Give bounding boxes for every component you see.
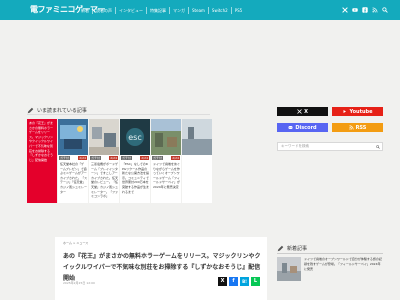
card-title: あの『花王』がまさかの無料ホラーゲームをリリース。マジックリンやクイックルワイパ… (29, 121, 54, 162)
breadcrumb[interactable]: ホーム > ニュース (63, 241, 88, 245)
svg-text:esc: esc (128, 133, 142, 142)
nav-item-manga[interactable]: マンガ (169, 6, 188, 14)
share-facebook-button[interactable]: f (229, 277, 238, 286)
popular-articles-list: あの『花王』がまさかの無料ホラーゲームをリリース。マジックリンやクイックルワイパ… (27, 119, 212, 203)
card-category: ガチ付 (59, 156, 71, 160)
nav-item-switch2[interactable]: Switch2 (207, 6, 231, 14)
popular-card[interactable]: ガチ付 2/24 ドイツで廃墟をめぐりながらゲームを作っていくオープンワールドゲ… (151, 119, 181, 203)
rss-icon (348, 125, 354, 130)
share-hatena-button[interactable]: B! (240, 277, 249, 286)
article-header: ホーム > ニュース あの『花王』がまさかの無料ホラーゲームをリリース。マジック… (55, 237, 267, 300)
nav-item-reader-voice[interactable]: 読者の声 (92, 6, 115, 14)
x-label: X (304, 108, 308, 115)
search-icon[interactable] (376, 145, 380, 149)
article-date: 2025年2月25日 12:00 (63, 281, 95, 285)
new-article-item[interactable]: ドイツで廃墟のオープンワールドで自分が体験する旅の記録を残すゲームが登場。「フィ… (277, 257, 383, 287)
youtube-follow-button[interactable]: Youtube (332, 107, 383, 116)
nav-item-feature[interactable]: 特集記事 (146, 6, 169, 14)
section-divider (27, 114, 210, 115)
card-thumbnail (151, 119, 181, 155)
new-articles-title: 新着記事 (287, 245, 308, 252)
popular-section-title: いま読まれている記事 (37, 107, 87, 114)
popular-section-header: いま読まれている記事 (27, 106, 210, 115)
discord-icon (288, 126, 293, 129)
nav-item-steam[interactable]: Steam (188, 6, 208, 14)
share-x-button[interactable]: X (218, 277, 227, 286)
new-article-title: ドイツで廃墟のオープンワールドで自分が体験する旅の記録を残すゲームが登場。「フィ… (304, 257, 382, 271)
card-category: ガチ付 (152, 156, 164, 160)
card-title: 任天堂本社の「ゲームプレゼン」で遊ぶミニゲームがアーカイブされた。「ステージ」「… (60, 162, 87, 194)
popular-card[interactable]: ガチ付 2/24 三菱電機がボードゲーム「プレイインターン」ですこしアーカイブさ… (89, 119, 119, 203)
section-divider (277, 253, 383, 254)
nav-item-new[interactable]: 新着 (78, 7, 92, 14)
card-thumbnail: esc (120, 119, 150, 155)
nav-item-ps5[interactable]: PS5 (230, 6, 246, 14)
nav-item-interview[interactable]: インタビュー (115, 6, 146, 14)
facebook-icon[interactable] (362, 7, 368, 13)
card-date: 2/24 (171, 156, 180, 160)
card-date: 2/24 (78, 156, 87, 160)
sidebar-search-input[interactable]: キーワードを検索 (277, 142, 383, 151)
card-thumbnail (89, 119, 119, 155)
card-title: 三菱電機がボードゲーム「プレイインターン」ですこしアーカイブされた。任天堂のレビ… (91, 162, 118, 199)
search-placeholder: キーワードを検索 (281, 144, 309, 148)
card-category: ガチ付 (90, 156, 102, 160)
youtube-icon[interactable] (352, 7, 358, 13)
header-icons (342, 7, 388, 13)
card-thumbnail (182, 119, 212, 155)
card-title: 「ESC」なしでのRPGツクール作品の新たな公開方法を提示。コミュニティで世界累… (122, 162, 149, 194)
card-date: 2/24 (140, 156, 149, 160)
youtube-icon (343, 110, 347, 113)
popular-card[interactable] (182, 119, 212, 203)
popular-card[interactable]: あの『花王』がまさかの無料ホラーゲームをリリース。マジックリンやクイックルワイパ… (27, 119, 57, 203)
share-line-button[interactable]: L (251, 277, 260, 286)
x-icon (297, 109, 302, 114)
rss-follow-button[interactable]: RSS (332, 123, 383, 132)
x-follow-button[interactable]: X (277, 107, 328, 116)
card-date: 2/24 (109, 156, 118, 160)
card-category: ガチ付 (121, 156, 133, 160)
discord-label: Discord (295, 124, 317, 131)
card-thumbnail (58, 119, 88, 155)
popular-card[interactable]: esc ガチ付 2/24 「ESC」なしでのRPGツクール作品の新たな公開方法を… (120, 119, 150, 203)
new-articles-header: 新着記事 (277, 244, 383, 254)
pencil-icon (277, 245, 284, 251)
new-article-thumbnail (277, 257, 301, 281)
main-nav: 新着 読者の声 インタビュー 特集記事 マンガ Steam Switch2 PS… (78, 0, 245, 20)
search-icon[interactable] (382, 7, 388, 13)
rss-label: RSS (355, 124, 367, 131)
discord-follow-button[interactable]: Discord (277, 123, 328, 132)
pencil-icon (27, 107, 34, 113)
youtube-label: Youtube (349, 108, 373, 115)
share-buttons: X f B! L (218, 277, 260, 286)
card-title: ドイツで廃墟をめぐりながらゲームを作っていくオープンワールドゲーム「フィールドサ… (153, 162, 180, 189)
top-header-bar: 電ファミニコゲーマー 新着 読者の声 インタビュー 特集記事 マンガ Steam… (0, 0, 400, 20)
popular-card[interactable]: ガチ付 2/24 任天堂本社の「ゲームプレゼン」で遊ぶミニゲームがアーカイブされ… (58, 119, 88, 203)
x-icon[interactable] (342, 7, 348, 13)
rss-icon[interactable] (372, 7, 378, 13)
